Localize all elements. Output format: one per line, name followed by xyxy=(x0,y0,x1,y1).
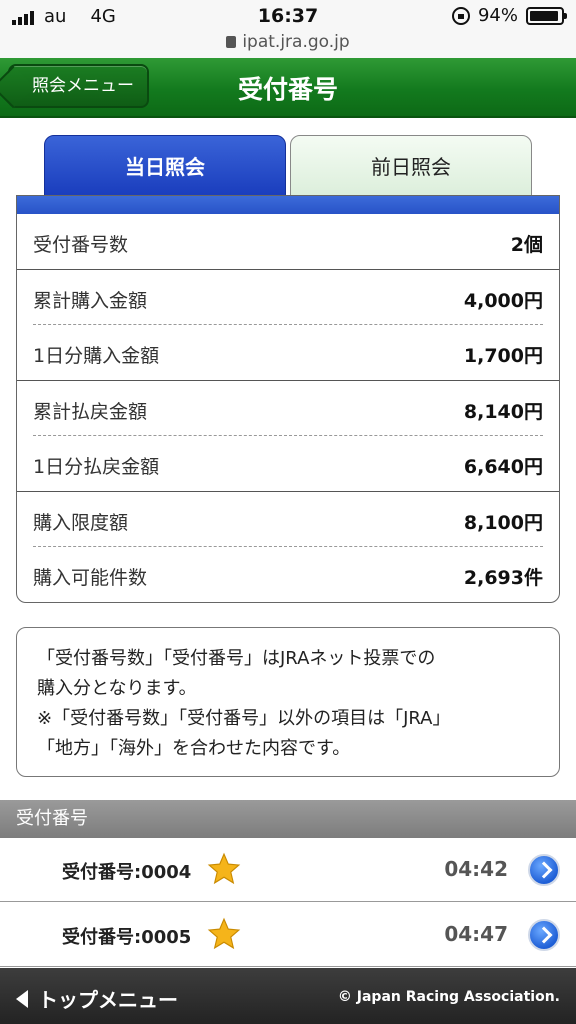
receipt-time: 04:47 xyxy=(444,922,508,946)
row-value: 2個 xyxy=(510,234,543,256)
summary-row: 累計購入金額 4,000円 xyxy=(33,270,543,325)
row-label: 購入限度額 xyxy=(33,512,129,534)
receipt-item[interactable]: 受付番号:0004 04:42 xyxy=(0,838,576,902)
battery-percent: 94% xyxy=(477,5,518,26)
notice-line: ※「受付番号数」「受付番号」以外の項目は「JRA」 xyxy=(37,708,451,729)
row-label: 1日分購入金額 xyxy=(33,345,160,367)
receipt-item[interactable]: 受付番号:0005 04:47 xyxy=(0,903,576,967)
copyright: © Japan Racing Association. xyxy=(337,989,560,1005)
app-header: 照会メニュー 受付番号 xyxy=(0,58,576,118)
panel-top-bar xyxy=(17,196,559,214)
tab-today[interactable]: 当日照会 xyxy=(44,135,286,197)
star-icon xyxy=(207,917,241,950)
row-value: 4,000円 xyxy=(463,290,543,312)
top-menu-label: トップメニュー xyxy=(38,988,178,1012)
row-value: 1,700円 xyxy=(463,345,543,367)
row-label: 購入可能件数 xyxy=(33,567,148,589)
receipt-time: 04:42 xyxy=(444,857,508,881)
receipt-label: 受付番号:0004 xyxy=(62,862,192,883)
notice-line: 購入分となります。 xyxy=(37,678,197,699)
receipt-label: 受付番号:0005 xyxy=(62,927,192,948)
notice-box: 「受付番号数」「受付番号」はJRAネット投票での 購入分となります。 ※「受付番… xyxy=(16,627,560,777)
notice-line: 「受付番号数」「受付番号」はJRAネット投票での xyxy=(37,648,436,669)
row-label: 累計払戻金額 xyxy=(33,401,148,423)
chevron-right-icon[interactable] xyxy=(528,854,560,886)
row-label: 受付番号数 xyxy=(33,234,129,256)
section-header: 受付番号 xyxy=(0,800,576,838)
row-value: 6,640円 xyxy=(463,456,543,478)
summary-panel: 受付番号数 2個 累計購入金額 4,000円 1日分購入金額 1,700円 累計… xyxy=(16,195,560,603)
star-icon xyxy=(207,852,241,885)
footer-bar: トップメニュー © Japan Racing Association. xyxy=(0,968,576,1024)
summary-row: 購入可能件数 2,693件 xyxy=(33,547,543,602)
summary-row: 1日分払戻金額 6,640円 xyxy=(33,436,543,491)
summary-row: 累計払戻金額 8,140円 xyxy=(33,381,543,436)
summary-row: 1日分購入金額 1,700円 xyxy=(33,325,543,380)
status-right: 94% xyxy=(451,5,567,26)
orientation-lock-icon xyxy=(451,6,470,25)
url-bar[interactable]: ipat.jra.go.jp xyxy=(0,32,576,58)
row-value: 8,100円 xyxy=(463,512,543,534)
page-title: 受付番号 xyxy=(237,75,338,104)
row-value: 2,693件 xyxy=(463,567,543,589)
triangle-left-icon xyxy=(16,989,28,1008)
tab-bar: 当日照会 前日照会 xyxy=(16,135,560,197)
summary-row: 受付番号数 2個 xyxy=(33,214,543,269)
row-value: 8,140円 xyxy=(463,401,543,423)
row-label: 1日分払戻金額 xyxy=(33,456,160,478)
top-menu-button[interactable]: トップメニュー xyxy=(16,984,178,1013)
battery-icon xyxy=(526,6,567,25)
notice-line: 「地方」「海外」を合わせた内容です。 xyxy=(37,738,351,759)
chevron-right-icon[interactable] xyxy=(528,919,560,951)
status-bar: au 4G 16:37 94% xyxy=(0,0,576,32)
row-label: 累計購入金額 xyxy=(33,290,148,312)
tab-previous-day[interactable]: 前日照会 xyxy=(290,135,532,197)
url-text: ipat.jra.go.jp xyxy=(242,32,350,52)
lock-icon xyxy=(226,36,237,48)
summary-row: 購入限度額 8,100円 xyxy=(33,492,543,547)
